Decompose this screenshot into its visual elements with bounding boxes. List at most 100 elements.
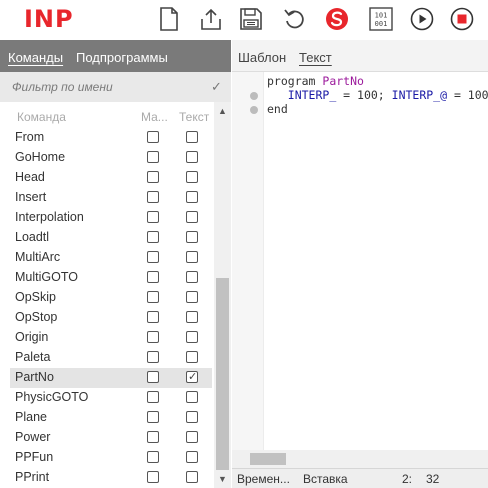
command-row[interactable]: PPFun [10,448,212,468]
command-label: Plane [15,410,47,424]
macro-checkbox[interactable] [147,431,159,443]
command-row[interactable]: PartNo ✓ [10,368,212,388]
text-checkbox[interactable] [186,271,198,283]
run-button[interactable] [409,6,435,32]
command-label: PhysicGOTO [15,390,89,404]
scroll-thumb[interactable] [250,453,286,465]
text-checkbox[interactable] [186,291,198,303]
macro-checkbox[interactable] [147,211,159,223]
macro-checkbox[interactable] [147,371,159,383]
macro-checkbox[interactable] [147,311,159,323]
command-row[interactable]: Head [10,168,212,188]
command-row[interactable]: GoHome [10,148,212,168]
command-row[interactable]: MultiArc [10,248,212,268]
app-window: INP 101 001 Команды Подпрограммы Фильтр … [0,0,488,488]
binary-icon: 101001 [369,7,393,31]
export-button[interactable] [198,6,224,32]
scroll-up-icon[interactable]: ▲ [218,106,227,116]
macro-checkbox[interactable] [147,231,159,243]
save-button[interactable] [238,6,264,32]
macro-checkbox[interactable] [147,251,159,263]
command-label: Loadtl [15,230,50,244]
text-checkbox[interactable] [186,331,198,343]
command-row[interactable]: OpStop [10,308,212,328]
editor-panel: Шаблон Текст program PartNo INTERP_ = 10… [232,40,488,488]
tab-text[interactable]: Текст [299,50,332,65]
line-marker[interactable] [250,92,258,100]
command-row[interactable]: PPrint [10,468,212,488]
macro-checkbox[interactable] [147,151,159,163]
check-icon[interactable]: ✓ [211,79,222,95]
code-editor[interactable]: program PartNo INTERP_ = 100; INTERP_@ =… [267,74,488,116]
command-row[interactable]: Interpolation [10,208,212,228]
command-row[interactable]: From [10,128,212,148]
macro-checkbox[interactable] [147,411,159,423]
text-checkbox[interactable] [186,151,198,163]
text-checkbox[interactable] [186,451,198,463]
macro-checkbox[interactable] [147,471,159,483]
line-marker[interactable] [250,106,258,114]
command-label: Insert [15,190,47,204]
text-checkbox[interactable] [186,191,198,203]
horizontal-scrollbar[interactable] [232,450,488,468]
code-identifier: PartNo [322,74,364,88]
filter-bar: ✓ [0,72,231,102]
command-label: MultiGOTO [15,270,78,284]
text-checkbox[interactable] [186,131,198,143]
text-checkbox[interactable] [186,411,198,423]
macro-checkbox[interactable] [147,351,159,363]
text-checkbox[interactable] [186,311,198,323]
command-row[interactable]: MultiGOTO [10,268,212,288]
tab-template[interactable]: Шаблон [238,50,286,65]
text-checkbox[interactable] [186,351,198,363]
stats-button[interactable] [324,6,350,32]
command-row[interactable]: Origin [10,328,212,348]
text-checkbox[interactable] [186,211,198,223]
filter-input[interactable] [0,72,205,102]
command-row[interactable]: PhysicGOTO [10,388,212,408]
new-file-button[interactable] [156,6,182,32]
scroll-thumb[interactable] [216,278,229,470]
tab-commands[interactable]: Команды [8,50,63,65]
code-keyword: program [267,74,316,88]
app-logo: INP [24,5,74,33]
macro-checkbox[interactable] [147,331,159,343]
command-row[interactable]: OpSkip [10,288,212,308]
command-row[interactable]: Power [10,428,212,448]
svg-text:101: 101 [375,12,388,20]
text-checkbox[interactable] [186,471,198,483]
undo-icon [284,9,304,29]
macro-checkbox[interactable] [147,171,159,183]
stop-icon [450,7,474,31]
status-mode: Вставка [303,472,348,486]
status-bar: Времен... Вставка 2: 32 [232,468,488,488]
text-checkbox[interactable] [186,391,198,403]
command-label: MultiArc [15,250,61,264]
macro-checkbox[interactable] [147,391,159,403]
command-row[interactable]: Loadtl [10,228,212,248]
command-label: PPrint [15,470,50,484]
command-label: Power [15,430,51,444]
binary-button[interactable]: 101 001 [368,6,394,32]
macro-checkbox[interactable] [147,131,159,143]
text-checkbox[interactable] [186,231,198,243]
command-row[interactable]: Insert [10,188,212,208]
undo-button[interactable] [282,6,308,32]
macro-checkbox[interactable] [147,191,159,203]
macro-checkbox[interactable] [147,291,159,303]
scroll-down-icon[interactable]: ▼ [218,474,227,484]
command-row[interactable]: Plane [10,408,212,428]
tab-subprograms[interactable]: Подпрограммы [76,50,168,65]
text-checkbox[interactable] [186,171,198,183]
macro-checkbox[interactable] [147,451,159,463]
text-checkbox[interactable]: ✓ [186,371,198,383]
stop-button[interactable] [449,6,475,32]
code-text: = 100 [447,88,488,102]
text-checkbox[interactable] [186,251,198,263]
vertical-scrollbar[interactable]: ▲ ▼ [214,102,231,488]
command-list: From GoHome Head Insert Interpolation Loadtl M… [0,126,215,488]
left-tab-bar: Команды Подпрограммы [0,40,231,72]
command-row[interactable]: Paleta [10,348,212,368]
text-checkbox[interactable] [186,431,198,443]
macro-checkbox[interactable] [147,271,159,283]
